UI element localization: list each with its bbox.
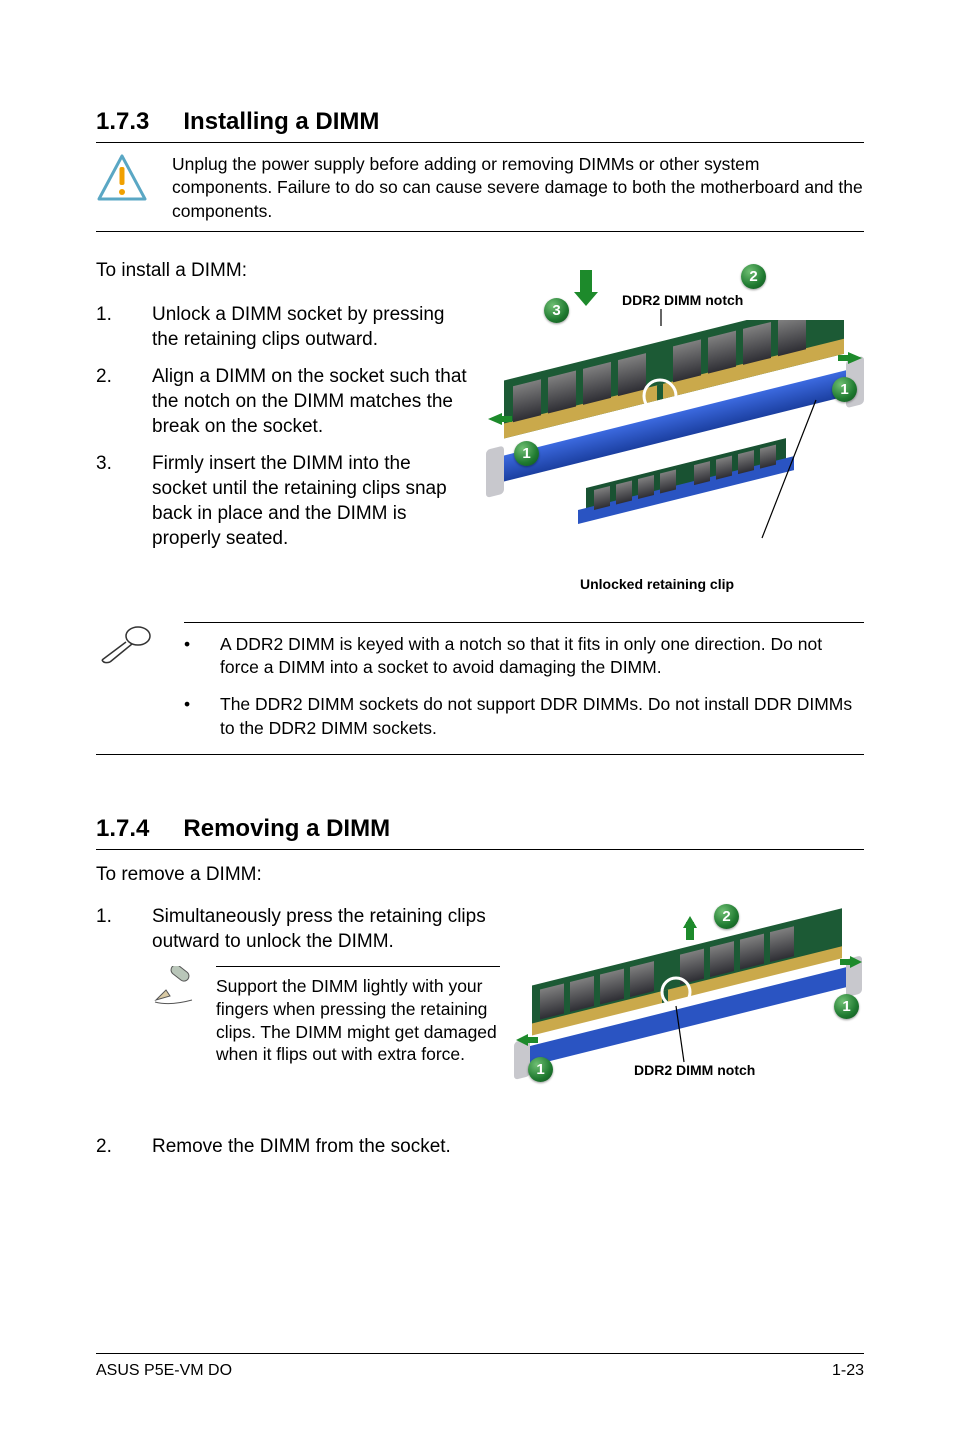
pencil-icon bbox=[152, 966, 196, 1011]
note-block: •A DDR2 DIMM is keyed with a notch so th… bbox=[96, 622, 864, 755]
badge-2: 2 bbox=[714, 904, 739, 929]
remove-step2: 2.Remove the DIMM from the socket. bbox=[96, 1134, 864, 1159]
caution-block: Unplug the power supply before adding or… bbox=[96, 153, 864, 223]
label-notch2: DDR2 DIMM notch bbox=[634, 1062, 755, 1078]
tip-body: Support the DIMM lightly with your finge… bbox=[216, 966, 500, 1066]
heading-title: Removing a DIMM bbox=[183, 815, 390, 843]
heading-num: 1.7.4 bbox=[96, 815, 149, 843]
remove-figure: 2 bbox=[514, 904, 864, 1094]
step-num: 2. bbox=[96, 364, 152, 439]
step-text: Firmly insert the DIMM into the socket u… bbox=[152, 451, 468, 551]
rule bbox=[96, 849, 864, 850]
step-num: 3. bbox=[96, 451, 152, 551]
heading-num: 1.7.3 bbox=[96, 108, 149, 136]
heading-174: 1.7.4 Removing a DIMM bbox=[96, 815, 864, 843]
caution-text: Unplug the power supply before adding or… bbox=[172, 153, 864, 223]
step-text: Remove the DIMM from the socket. bbox=[152, 1134, 451, 1159]
install-columns: To install a DIMM: 1.Unlock a DIMM socke… bbox=[96, 260, 864, 596]
heading-title: Installing a DIMM bbox=[183, 108, 379, 136]
badge-1b: 1 bbox=[834, 994, 859, 1019]
bullet-item: •A DDR2 DIMM is keyed with a notch so th… bbox=[184, 633, 864, 680]
label-unlocked: Unlocked retaining clip bbox=[580, 576, 734, 592]
bullet-item: •The DDR2 DIMM sockets do not support DD… bbox=[184, 693, 864, 740]
footer-right: 1-23 bbox=[832, 1362, 864, 1380]
remove-left: 1.Simultaneously press the retaining cli… bbox=[96, 904, 500, 1066]
badge-1: 1 bbox=[514, 441, 539, 466]
install-steps: 1.Unlock a DIMM socket by pressing the r… bbox=[96, 302, 468, 552]
footer-left: ASUS P5E-VM DO bbox=[96, 1362, 232, 1380]
list-item: 1.Unlock a DIMM socket by pressing the r… bbox=[96, 302, 468, 352]
list-item: 3.Firmly insert the DIMM into the socket… bbox=[96, 451, 468, 551]
remove-step1: 1.Simultaneously press the retaining cli… bbox=[96, 904, 500, 954]
step-text: Simultaneously press the retaining clips… bbox=[152, 904, 500, 954]
tip-text: Support the DIMM lightly with your finge… bbox=[216, 976, 497, 1064]
install-figure: 2 DDR2 DIMM notch 3 bbox=[486, 260, 864, 596]
step-num: 1. bbox=[96, 302, 152, 352]
step-text: Align a DIMM on the socket such that the… bbox=[152, 364, 468, 439]
install-left: To install a DIMM: 1.Unlock a DIMM socke… bbox=[96, 260, 468, 596]
heading-173: 1.7.3 Installing a DIMM bbox=[96, 108, 864, 136]
step-num: 1. bbox=[96, 904, 152, 954]
note-icon bbox=[96, 622, 152, 669]
bullet-text: The DDR2 DIMM sockets do not support DDR… bbox=[220, 693, 864, 740]
bullet-dot: • bbox=[184, 633, 220, 680]
rule bbox=[96, 231, 864, 232]
badge-1b: 1 bbox=[832, 377, 857, 402]
note-body: •A DDR2 DIMM is keyed with a notch so th… bbox=[184, 622, 864, 740]
step-text: Unlock a DIMM socket by pressing the ret… bbox=[152, 302, 468, 352]
remove-tip: Support the DIMM lightly with your finge… bbox=[152, 966, 500, 1066]
list-item: 2.Align a DIMM on the socket such that t… bbox=[96, 364, 468, 439]
badge-1: 1 bbox=[528, 1057, 553, 1082]
rule bbox=[96, 142, 864, 143]
install-lead: To install a DIMM: bbox=[96, 260, 468, 282]
step-num: 2. bbox=[96, 1134, 152, 1159]
page-footer: ASUS P5E-VM DO 1-23 bbox=[96, 1353, 864, 1380]
remove-columns: 1.Simultaneously press the retaining cli… bbox=[96, 904, 864, 1094]
list-item: 2.Remove the DIMM from the socket. bbox=[96, 1134, 864, 1159]
badge-2: 2 bbox=[741, 264, 766, 289]
list-item: 1.Simultaneously press the retaining cli… bbox=[96, 904, 500, 954]
remove-lead: To remove a DIMM: bbox=[96, 864, 864, 886]
bullet-dot: • bbox=[184, 693, 220, 740]
bullet-text: A DDR2 DIMM is keyed with a notch so tha… bbox=[220, 633, 864, 680]
caution-icon bbox=[96, 153, 148, 208]
